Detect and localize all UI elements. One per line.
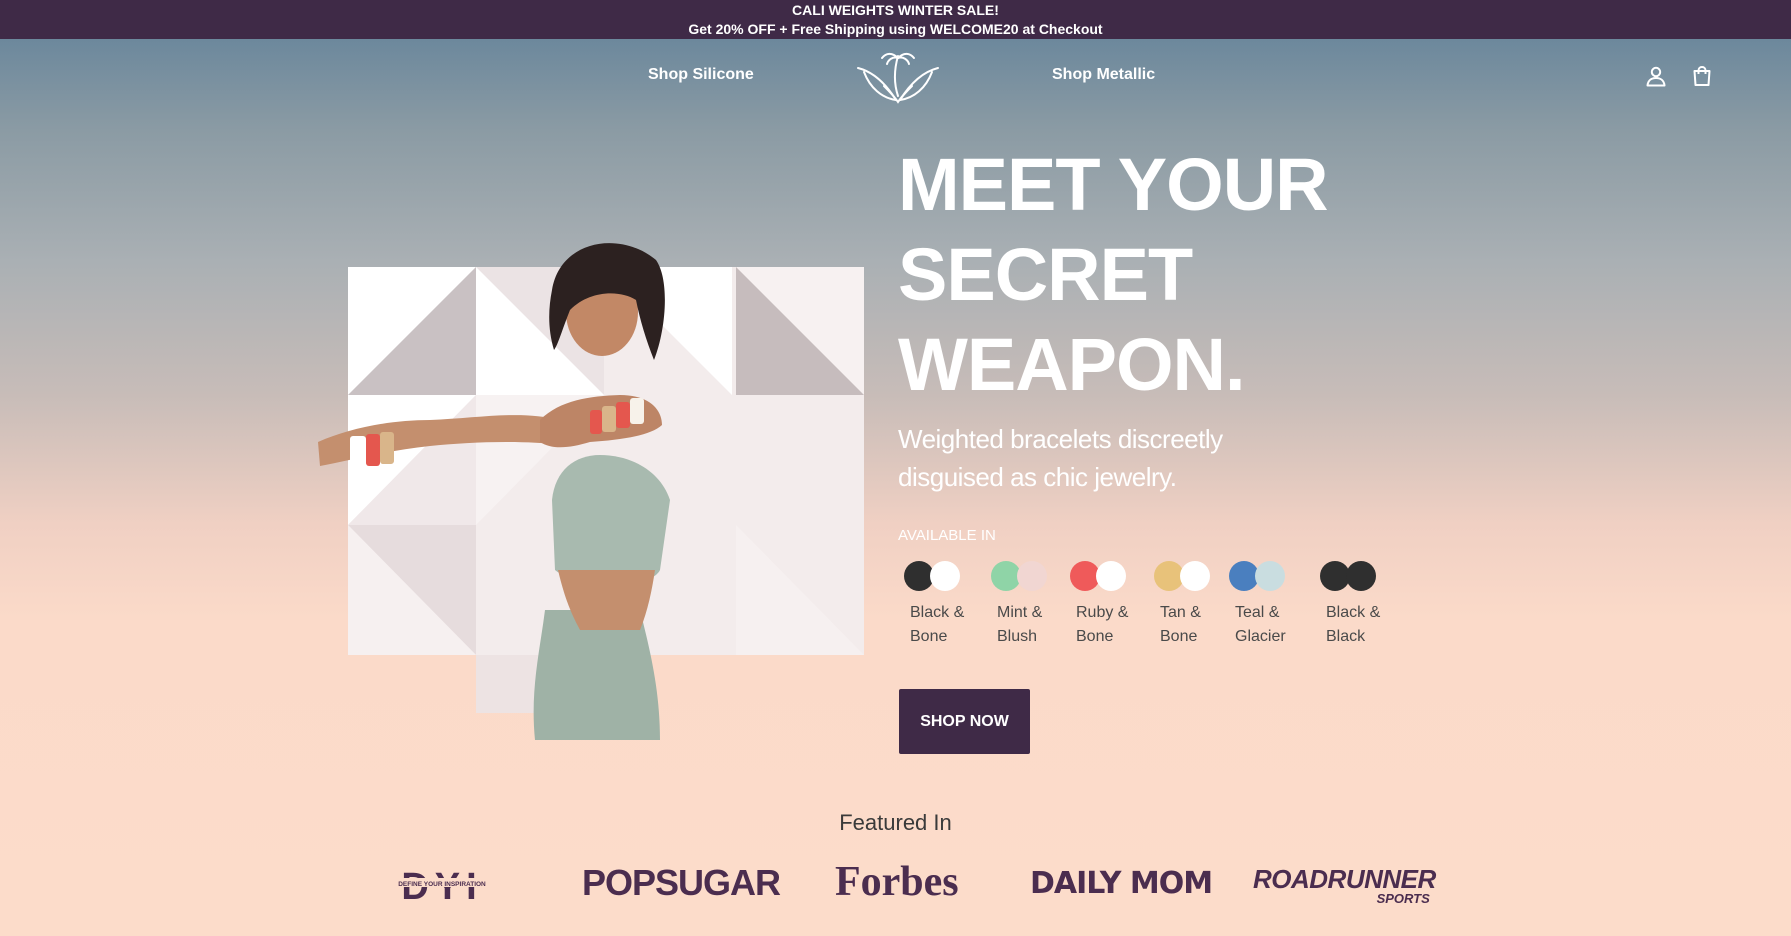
swatch-label-line-1: Mint & (997, 604, 1043, 621)
swatch-dots (1064, 561, 1144, 593)
color-swatch-black-black[interactable]: Black & Black (1314, 561, 1394, 649)
press-logo-daily-mom[interactable]: DAILY MOM (1030, 866, 1213, 901)
swatch-label-line-2: Glacier (1235, 628, 1286, 645)
swatch-color-b (1255, 561, 1285, 591)
hero-headline-line-3: WEAPON. (898, 323, 1246, 406)
swatch-label: Mint & Blush (985, 601, 1065, 649)
swatch-label: Ruby & Bone (1064, 601, 1144, 649)
swatch-dots (1148, 561, 1228, 593)
press-logo-forbes[interactable]: Forbes (835, 858, 959, 906)
swatch-label-line-1: Ruby & (1076, 604, 1129, 621)
dyi-tagline: DEFINE YOUR INSPIRATION (398, 881, 486, 888)
roadrunner-wordmark: ROADRUNNER (1253, 864, 1436, 894)
shop-now-button[interactable]: SHOP NOW (899, 689, 1030, 754)
swatch-color-b (1346, 561, 1376, 591)
swatch-label-line-1: Teal & (1235, 604, 1280, 621)
featured-in-heading: Featured In (839, 810, 952, 835)
swatch-color-b (1017, 561, 1047, 591)
swatch-label: Tan & Bone (1148, 601, 1228, 649)
announcement-headline: CALI WEIGHTS WINTER SALE! (792, 2, 999, 18)
swatch-label: Black & Black (1314, 601, 1394, 649)
swatch-label-line-1: Black & (1326, 604, 1381, 621)
announcement-promo: Get 20% OFF + Free Shipping using WELCOM… (688, 21, 1103, 37)
nav-shop-metallic[interactable]: Shop Metallic (1052, 66, 1155, 84)
swatch-label-line-2: Bone (1076, 628, 1114, 645)
swatch-color-b (1096, 561, 1126, 591)
shopping-bag-icon[interactable] (1690, 64, 1714, 88)
palm-tree-logo-icon[interactable] (854, 46, 942, 106)
swatch-label: Black & Bone (898, 601, 978, 649)
hero-subtitle-line-1: Weighted bracelets discreetly (898, 424, 1223, 454)
swatch-dots (898, 561, 978, 593)
roadrunner-sports: SPORTS (1376, 891, 1430, 906)
swatch-label-line-2: Blush (997, 628, 1038, 645)
color-swatch-teal-glacier[interactable]: Teal & Glacier (1223, 561, 1303, 649)
swatch-label-line-2: Bone (910, 628, 948, 645)
announcement-bar: CALI WEIGHTS WINTER SALE! Get 20% OFF + … (0, 0, 1791, 39)
swatch-dots (985, 561, 1065, 593)
swatch-dots (1314, 561, 1394, 593)
hero-model-image (318, 243, 864, 740)
swatch-dots (1223, 561, 1303, 593)
color-swatch-ruby-bone[interactable]: Ruby & Bone (1064, 561, 1144, 649)
swatch-label-line-1: Black & (910, 604, 965, 621)
available-in-label: AVAILABLE IN (898, 527, 996, 544)
swatch-label-line-1: Tan & (1160, 604, 1201, 621)
press-logo-popsugar[interactable]: POPSUGAR (582, 862, 781, 904)
swatch-label: Teal & Glacier (1223, 601, 1303, 649)
hero-headline-line-1: MEET YOUR (898, 143, 1329, 226)
swatch-label-line-2: Black (1326, 628, 1366, 645)
swatch-label-line-2: Bone (1160, 628, 1198, 645)
hero-subtitle: Weighted bracelets discreetly disguised … (898, 420, 1358, 496)
hero-subtitle-line-2: disguised as chic jewelry. (898, 462, 1177, 492)
swatch-color-b (1180, 561, 1210, 591)
hero-headline: MEET YOUR SECRET WEAPON. (898, 140, 1498, 410)
color-swatch-black-bone[interactable]: Black & Bone (898, 561, 978, 649)
nav-shop-silicone[interactable]: Shop Silicone (648, 66, 754, 84)
color-swatch-mint-blush[interactable]: Mint & Blush (985, 561, 1065, 649)
press-logo-dyi[interactable]: DYI DEFINE YOUR INSPIRATION (383, 865, 501, 905)
hero-headline-line-2: SECRET (898, 233, 1193, 316)
press-logo-roadrunner[interactable]: ROADRUNNER SPORTS (1253, 866, 1436, 906)
user-icon[interactable] (1644, 64, 1668, 88)
swatch-color-b (930, 561, 960, 591)
color-swatch-tan-bone[interactable]: Tan & Bone (1148, 561, 1228, 649)
